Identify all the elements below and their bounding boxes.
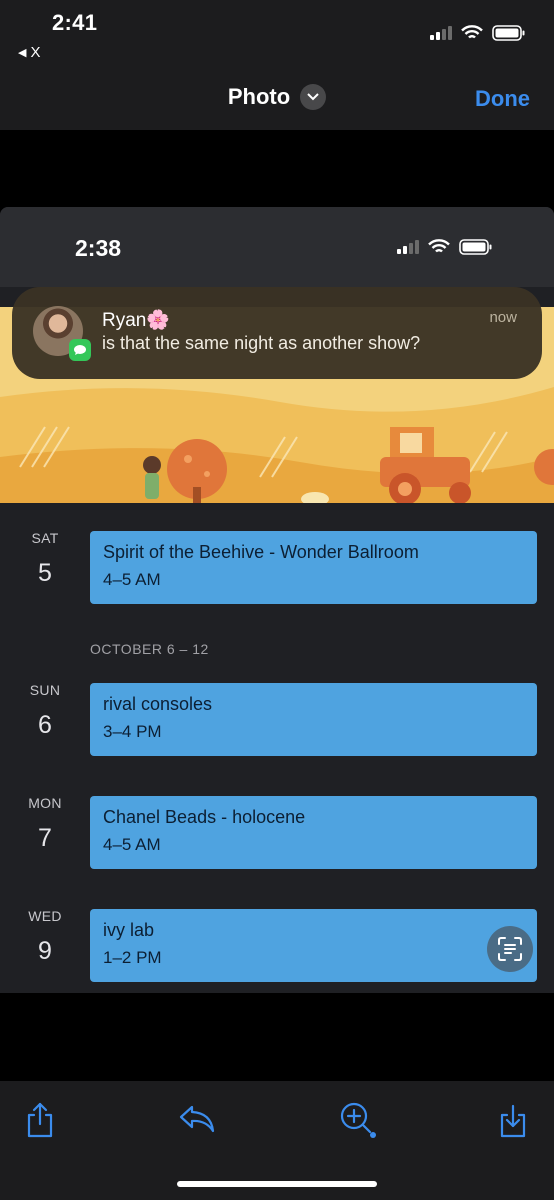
back-triangle-icon: ◀ <box>18 47 27 59</box>
messages-app-icon <box>69 339 91 361</box>
done-button[interactable]: Done <box>475 86 530 112</box>
status-icons <box>430 25 526 41</box>
notification-sender: Ryan🌸 <box>102 310 171 331</box>
battery-icon <box>492 25 525 41</box>
event-card[interactable]: ivy lab 1–2 PM <box>90 909 537 982</box>
inner-status-time: 2:38 <box>75 235 122 261</box>
message-notification[interactable]: Ryan🌸 is that the same night as another … <box>12 287 542 379</box>
event-time: 4–5 AM <box>103 835 161 854</box>
event-title: Chanel Beads - holocene <box>103 807 306 827</box>
reply-button[interactable] <box>178 1101 216 1140</box>
day-number: 9 <box>38 937 52 965</box>
weekday-label: MON <box>28 795 62 811</box>
event-card[interactable]: Spirit of the Beehive - Wonder Ballroom … <box>90 531 537 604</box>
day-number: 6 <box>38 711 52 739</box>
event-time: 3–4 PM <box>103 722 162 741</box>
event-title: rival consoles <box>103 694 213 714</box>
chevron-down-icon <box>300 84 327 110</box>
wifi-icon <box>461 25 483 39</box>
status-time: 2:41 <box>52 10 98 35</box>
day-number: 7 <box>38 824 52 852</box>
inner-wifi-icon <box>428 239 450 253</box>
inner-battery-icon <box>459 239 492 255</box>
weekday-label: WED <box>28 908 62 924</box>
event-title: Spirit of the Beehive - Wonder Ballroom <box>103 542 419 562</box>
event-card[interactable]: rival consoles 3–4 PM <box>90 683 537 756</box>
event-card[interactable]: Chanel Beads - holocene 4–5 AM <box>90 796 537 869</box>
share-button[interactable] <box>24 1101 56 1144</box>
zoom-in-icon <box>340 1102 376 1138</box>
download-icon <box>500 1104 526 1138</box>
week-range-header: OCTOBER 6 – 12 <box>90 641 209 657</box>
zoom-button[interactable] <box>338 1101 380 1146</box>
event-time: 4–5 AM <box>103 570 161 589</box>
notification-time: now <box>489 309 517 326</box>
weekday-label: SUN <box>29 682 61 698</box>
back-app-label: X <box>30 44 41 61</box>
back-to-app-link[interactable]: ◀ X <box>18 44 40 61</box>
save-button[interactable] <box>497 1101 529 1144</box>
share-icon <box>27 1102 53 1138</box>
live-text-icon <box>498 937 522 961</box>
inner-signal-icon <box>397 240 419 254</box>
inner-status-icons <box>397 239 493 255</box>
nav-title: Photo <box>227 84 291 109</box>
reply-icon <box>179 1105 215 1133</box>
photo-title-menu[interactable]: Photo <box>0 84 554 110</box>
event-time: 1–2 PM <box>103 948 162 967</box>
day-number: 5 <box>38 559 52 587</box>
live-text-button[interactable] <box>487 926 533 972</box>
signal-icon <box>430 26 452 40</box>
weekday-label: SAT <box>31 530 59 546</box>
notification-message: is that the same night as another show? <box>102 333 421 353</box>
home-indicator <box>177 1181 377 1187</box>
event-title: ivy lab <box>103 920 155 940</box>
photo-content: 2:38 Ryan🌸 is that the same night as ano… <box>0 207 554 993</box>
